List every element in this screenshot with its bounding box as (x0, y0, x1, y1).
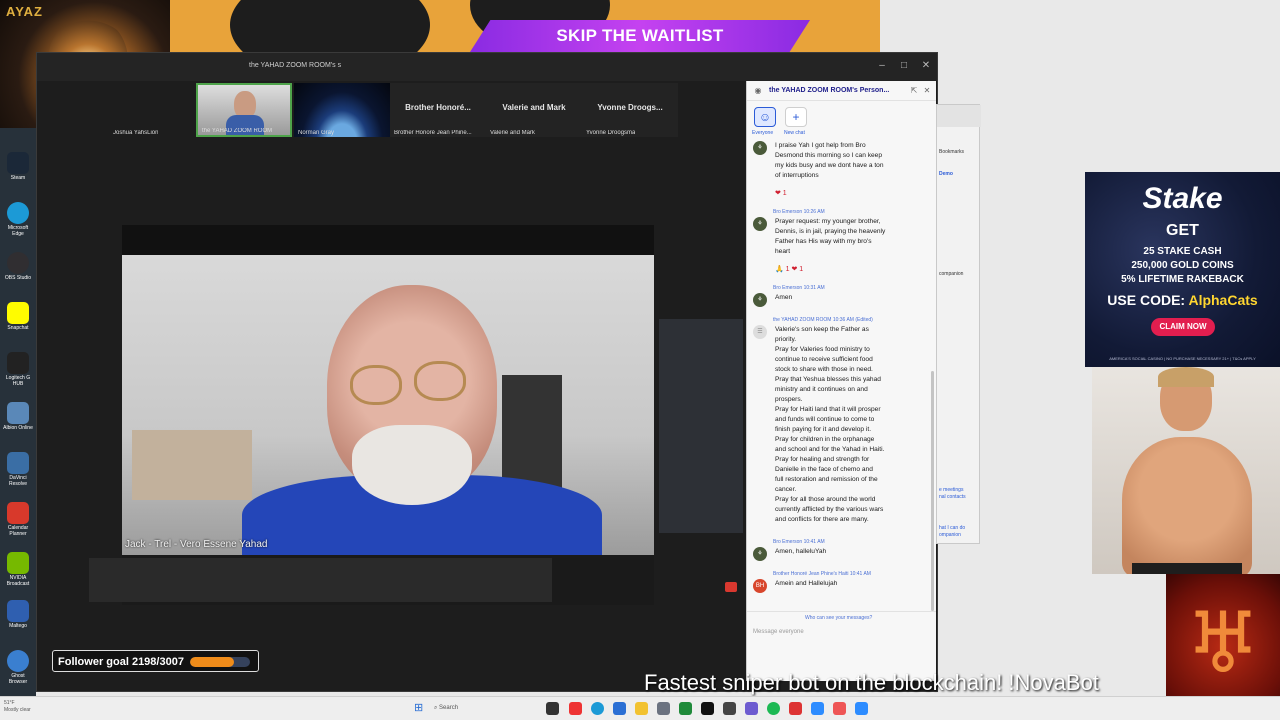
taskbar-app-icon[interactable] (723, 702, 736, 715)
participant-tile-active[interactable]: the YAHAD ZOOM ROOM (196, 83, 292, 137)
follower-goal-widget: Follower goal 2198/3007 (52, 650, 259, 672)
avatar: ⚘ (753, 547, 767, 561)
obs-taskbar-icon[interactable] (789, 702, 802, 715)
chat-panel: ◉ the YAHAD ZOOM ROOM's Person... ⇱ ✕ ☺ … (746, 81, 936, 681)
popout-icon[interactable]: ⇱ (909, 86, 919, 96)
claim-now-button[interactable]: CLAIM NOW (1151, 318, 1215, 336)
participant-tile[interactable]: Brother Honoré... Brother Honoré Jean Ph… (390, 83, 486, 137)
x-icon[interactable] (701, 702, 714, 715)
desktop-icon-calendar[interactable]: Calendar Planner (2, 502, 34, 537)
active-speaker-video[interactable]: Jack - Trel - Vero Essene Yahad (122, 225, 654, 605)
participant-strip: Joshua YahsLion the YAHAD ZOOM ROOM Norm… (37, 81, 747, 141)
chrome-icon[interactable] (833, 702, 846, 715)
close-icon[interactable]: ✕ (922, 86, 932, 96)
taskbar-app-icon[interactable] (613, 702, 626, 715)
desktop-icon-obs[interactable]: OBS Studio (2, 252, 34, 281)
taskbar-search[interactable]: ⌕ Search (434, 700, 534, 716)
reaction-badge[interactable]: ❤ 1 (775, 189, 787, 197)
desktop-icon-davinci[interactable]: DaVinci Resolve (2, 452, 34, 487)
tab-everyone[interactable]: ☺ (754, 107, 776, 127)
file-explorer-icon[interactable] (635, 702, 648, 715)
desktop-icon-ghub[interactable]: Logitech G HUB (2, 352, 34, 387)
follower-progress-fill (190, 657, 234, 667)
new-chat-button[interactable]: + (785, 107, 807, 127)
maximize-button[interactable]: □ (897, 59, 911, 73)
chat-header: ◉ the YAHAD ZOOM ROOM's Person... ⇱ ✕ (747, 81, 936, 101)
taskbar-app-icon[interactable] (569, 702, 582, 715)
skip-waitlist-banner[interactable]: SKIP THE WAITLIST (470, 20, 810, 52)
follower-progress-track (190, 657, 250, 667)
desktop-icon-albion[interactable]: Albion Online (2, 402, 34, 431)
desktop-icon-nvidia[interactable]: NVIDIA Broadcast (2, 552, 34, 587)
desktop-icon-maltego[interactable]: Maltego (2, 600, 34, 629)
background-window: Bookmarks Demo companion e meetings nal … (936, 104, 981, 544)
desktop-icon-steam[interactable]: Steam (2, 152, 34, 181)
desktop-icon-ghost[interactable]: Ghost Browser (2, 650, 34, 685)
sponsor-ad[interactable]: Stake GET 25 STAKE CASH 250,000 GOLD COI… (1085, 172, 1280, 367)
chat-message-input[interactable]: Message everyone (753, 629, 804, 635)
participant-tile[interactable]: Norman Gray (294, 83, 390, 137)
video-lower-bar (89, 558, 552, 602)
minimize-button[interactable]: – (875, 59, 889, 73)
windows-start-icon[interactable]: ⊞ (414, 702, 426, 714)
avatar: BH (753, 579, 767, 593)
participant-tile[interactable]: Valerie and Mark Valerie and Mark (486, 83, 582, 137)
reaction-badge[interactable]: 🙏 1 ❤ 1 (775, 265, 803, 273)
participant-tile[interactable]: Yvonne Droogs... Yvonne Droogsma (582, 83, 678, 137)
weather-widget[interactable]: 51°F Mostly clear (4, 700, 31, 714)
message-visibility-link[interactable]: Who can see your messages? (805, 615, 872, 621)
taskbar-app-icon[interactable] (745, 702, 758, 715)
avatar: ⚘ (753, 217, 767, 231)
zoom-meeting-window: the YAHAD ZOOM ROOM's s – □ ✕ Joshua Yah… (36, 52, 938, 692)
participant-tile[interactable]: Joshua YahsLion (37, 83, 158, 137)
excel-icon[interactable] (679, 702, 692, 715)
desktop-icon-edge[interactable]: Microsoft Edge (2, 202, 34, 237)
video-side-panel (659, 319, 743, 533)
chat-scrollbar[interactable] (931, 371, 934, 611)
streamer-webcam (1092, 367, 1280, 574)
tab-everyone-label: Everyone (752, 130, 774, 136)
avatar: ⚘ (753, 293, 767, 307)
recording-icon (725, 582, 737, 592)
taskbar-app-icon[interactable] (811, 702, 824, 715)
new-chat-label: New chat (784, 130, 805, 136)
speaker-name-caption: Jack - Trel - Vero Essene Yahad (125, 539, 268, 550)
spotify-icon[interactable] (767, 702, 780, 715)
chat-app-icon: ◉ (754, 86, 762, 95)
zoom-titlebar: the YAHAD ZOOM ROOM's s – □ ✕ (37, 53, 937, 81)
close-button[interactable]: ✕ (919, 59, 933, 73)
desktop-icon-snapchat[interactable]: Snapchat (2, 302, 34, 331)
edge-icon[interactable] (591, 702, 604, 715)
stream-ticker: Fastest sniper bot on the blockchain! !N… (644, 670, 1099, 695)
avatar: ☰ (753, 325, 767, 339)
zoom-window-title: the YAHAD ZOOM ROOM's s (249, 62, 342, 69)
zoom-taskbar-icon[interactable] (855, 702, 868, 715)
chat-title: the YAHAD ZOOM ROOM's Person... (769, 87, 890, 94)
task-view-icon[interactable] (546, 702, 559, 715)
avatar: ⚘ (753, 141, 767, 155)
taskbar-app-icon[interactable] (657, 702, 670, 715)
taskbar: 51°F Mostly clear ⊞ ⌕ Search (0, 696, 1280, 720)
